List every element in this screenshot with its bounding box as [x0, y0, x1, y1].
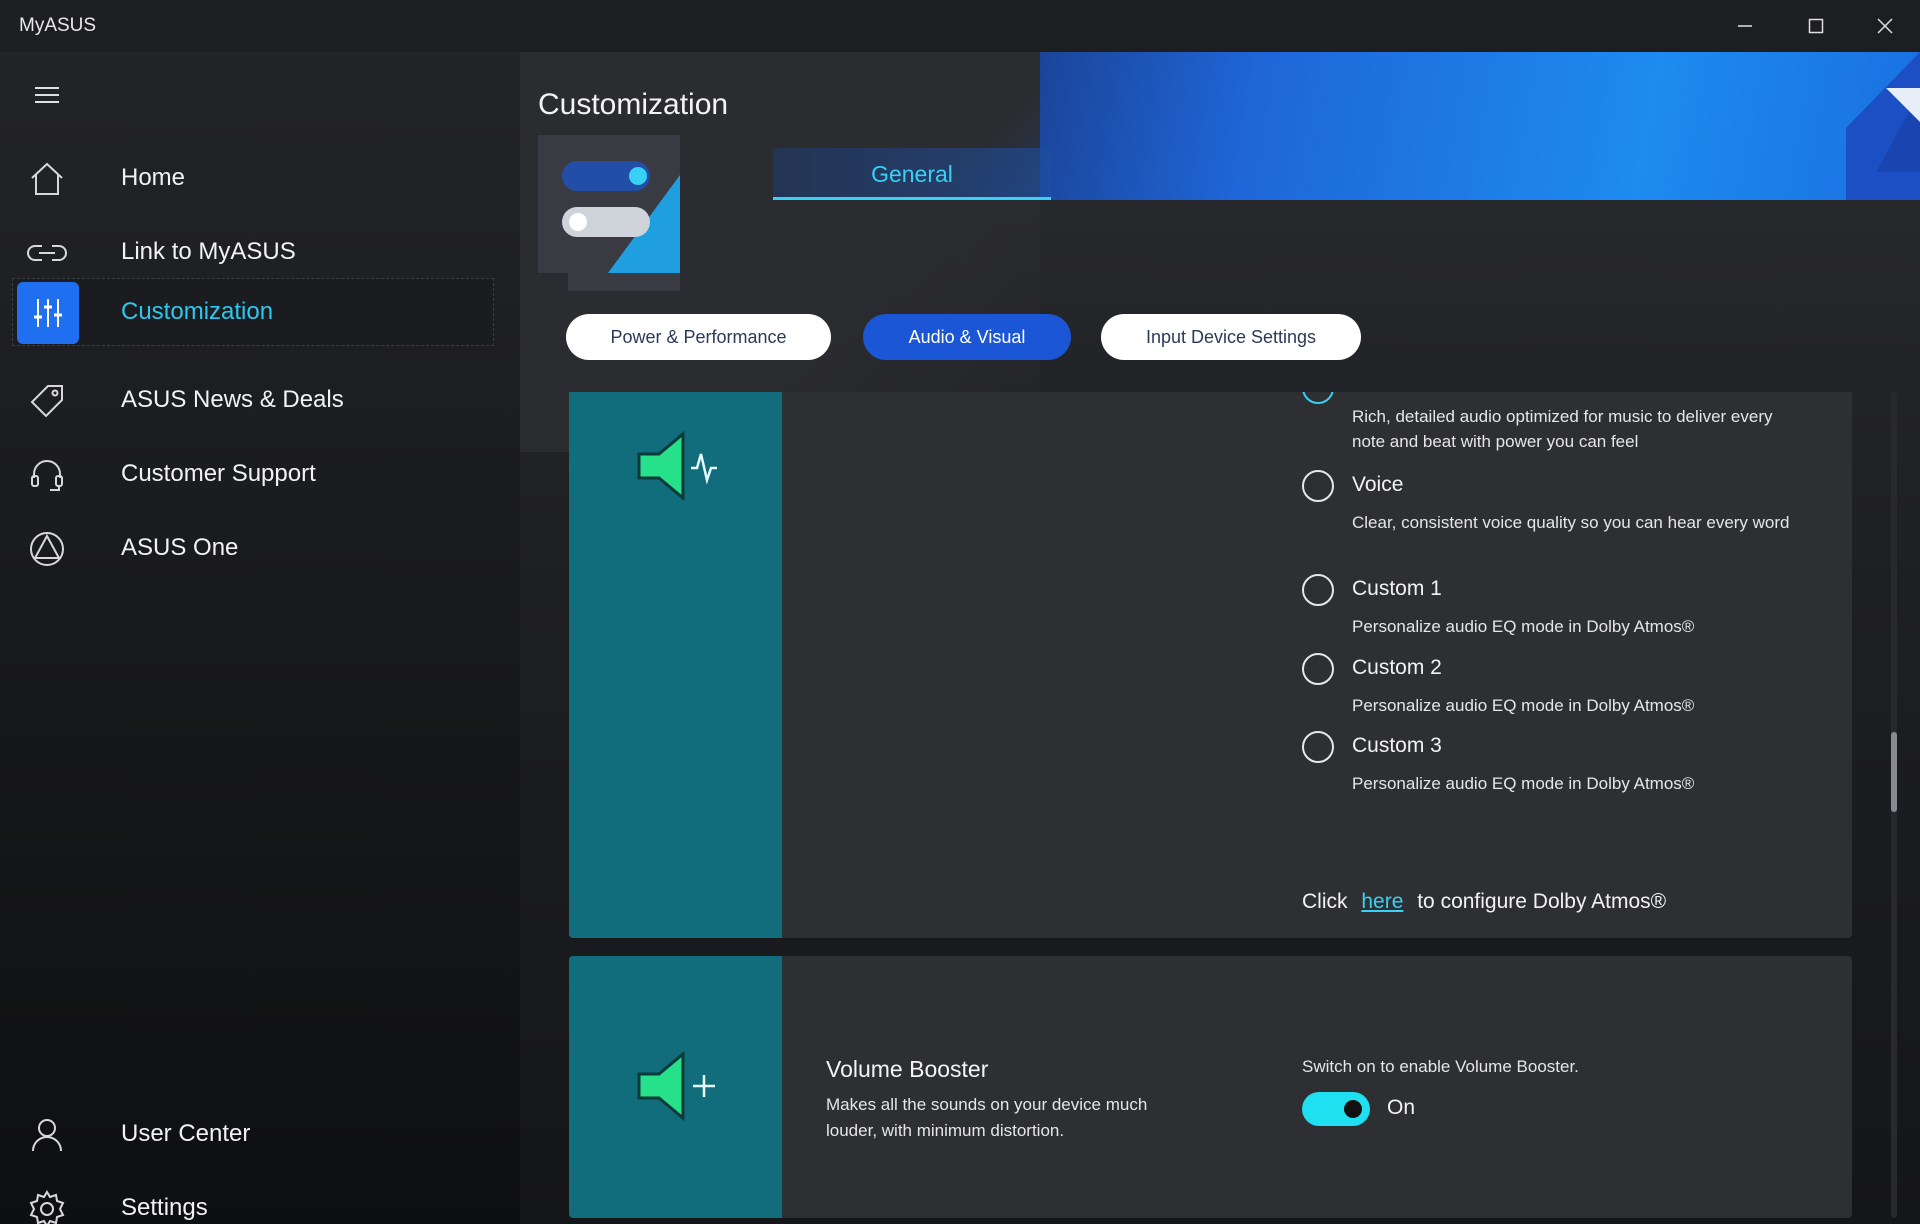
main-content: Customization General Power & Performanc…	[520, 52, 1920, 1224]
sliders-icon-box	[17, 282, 79, 344]
card-side-panel	[569, 956, 782, 1218]
tab-general-label: General	[871, 160, 953, 187]
sidebar-item-label: ASUS News & Deals	[121, 386, 344, 413]
sidebar-item-link-to-myasus[interactable]: Link to MyASUS	[0, 218, 494, 286]
minimize-button[interactable]	[1710, 0, 1780, 52]
maximize-button[interactable]	[1781, 0, 1851, 52]
custom-1-radio[interactable]	[1302, 574, 1334, 606]
dolby-prefix: Click	[1302, 890, 1348, 913]
volume-booster-card: Volume Booster Makes all the sounds on y…	[569, 956, 1852, 1218]
page-title: Customization	[538, 88, 729, 121]
banner-corner-decoration	[1846, 52, 1920, 200]
booster-title: Volume Booster	[826, 1056, 989, 1082]
option-desc: Clear, consistent voice quality so you c…	[1352, 513, 1790, 532]
close-button[interactable]	[1850, 0, 1920, 52]
sidebar-item-label: ASUS One	[121, 534, 239, 561]
sidebar-item-settings[interactable]: Settings	[0, 1174, 494, 1224]
sidebar-item-customer-support[interactable]: Customer Support	[0, 440, 494, 508]
sidebar-item-user-center[interactable]: User Center	[0, 1100, 494, 1168]
toggle-switches-icon	[538, 135, 680, 291]
headset-icon	[31, 460, 63, 491]
sidebar-item-label: Customization	[121, 298, 274, 325]
dolby-config-line: Click here to configure Dolby Atmos®	[1302, 890, 1666, 914]
sidebar-item-home[interactable]: Home	[0, 144, 494, 212]
voice-radio[interactable]	[1302, 470, 1334, 502]
option-title: Voice	[1352, 473, 1404, 496]
sidebar-item-asus-one[interactable]: ASUS One	[0, 514, 494, 582]
scrollbar[interactable]	[1891, 392, 1897, 1218]
dolby-config-link[interactable]: here	[1361, 890, 1403, 913]
user-icon	[32, 1119, 62, 1152]
home-icon	[31, 162, 63, 195]
volume-booster-toggle[interactable]	[1302, 1092, 1370, 1126]
hamburger-menu-button[interactable]	[32, 80, 62, 110]
minimize-icon	[1738, 25, 1752, 27]
app-title: MyASUS	[19, 15, 97, 36]
tab-general[interactable]: General	[773, 148, 1051, 200]
music-radio[interactable]	[1302, 392, 1334, 404]
sidebar-item-label: Link to MyASUS	[121, 238, 296, 265]
tag-icon	[30, 385, 63, 418]
sidebar: Home Link to MyASUS Customization ASUS N…	[0, 52, 520, 1224]
link-icon	[27, 245, 67, 261]
sidebar-item-label: User Center	[121, 1120, 251, 1147]
toggle-state-label: On	[1387, 1096, 1416, 1119]
sidebar-item-label: Home	[121, 164, 186, 191]
option-title: Custom 3	[1352, 734, 1442, 757]
maximize-icon	[1808, 18, 1824, 34]
custom-3-radio[interactable]	[1302, 731, 1334, 763]
sidebar-item-customization[interactable]: Customization	[12, 278, 494, 346]
music-desc: Rich, detailed audio optimized for music…	[1352, 407, 1773, 451]
subtab-audio-visual[interactable]: Audio & Visual	[863, 314, 1071, 360]
title-bar: MyASUS	[0, 0, 1920, 52]
speaker-plus-icon	[637, 1050, 715, 1122]
speaker-wave-icon	[637, 430, 717, 502]
option-desc: Personalize audio EQ mode in Dolby Atmos…	[1352, 774, 1695, 793]
close-icon	[1877, 18, 1893, 34]
booster-hint: Switch on to enable Volume Booster.	[1302, 1057, 1579, 1076]
sidebar-item-label: Customer Support	[121, 460, 316, 487]
toggle-knob	[1344, 1100, 1362, 1118]
scrollbar-thumb[interactable]	[1891, 732, 1897, 812]
sliders-icon	[34, 299, 62, 327]
gear-icon	[29, 1190, 65, 1224]
option-desc: Personalize audio EQ mode in Dolby Atmos…	[1352, 617, 1695, 636]
card-side-panel	[569, 392, 782, 938]
option-desc: Personalize audio EQ mode in Dolby Atmos…	[1352, 696, 1695, 715]
asus-one-icon	[30, 532, 64, 566]
subtab-input-device-settings[interactable]: Input Device Settings	[1101, 314, 1361, 360]
custom-2-radio[interactable]	[1302, 653, 1334, 685]
option-title: Custom 2	[1352, 656, 1442, 679]
audio-mode-card: Rich, detailed audio optimized for music…	[569, 392, 1852, 938]
tab-underline	[773, 197, 1051, 200]
hamburger-icon	[35, 87, 59, 103]
booster-desc: Makes all the sounds on your device much…	[826, 1095, 1148, 1140]
subtab-power-performance[interactable]: Power & Performance	[566, 314, 831, 360]
sidebar-item-asus-news-deals[interactable]: ASUS News & Deals	[0, 366, 494, 434]
sidebar-item-label: Settings	[121, 1194, 208, 1221]
option-title: Custom 1	[1352, 577, 1442, 600]
dolby-suffix: to configure Dolby Atmos®	[1417, 890, 1667, 913]
